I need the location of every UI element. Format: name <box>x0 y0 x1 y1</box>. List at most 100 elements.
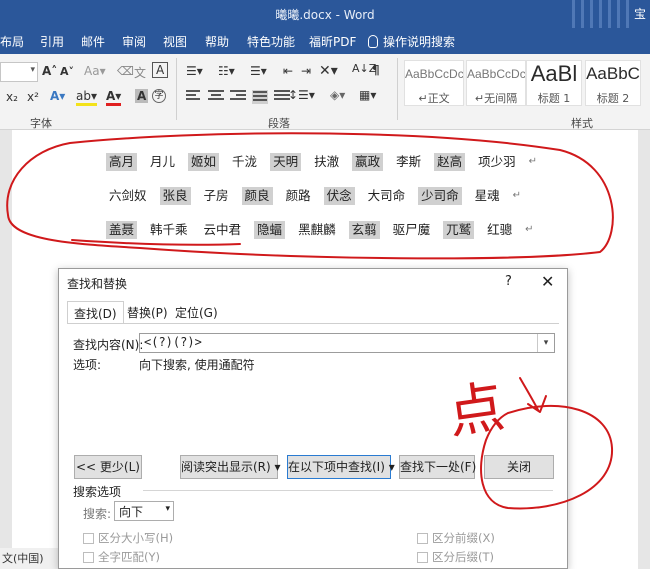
style-name: ↵正文 <box>418 92 450 105</box>
change-case-icon[interactable]: Aa▾ <box>84 64 106 78</box>
whole-word-checkbox[interactable]: 全字匹配(Y) <box>83 549 160 565</box>
shrink-font-icon[interactable]: A˅ <box>60 65 74 78</box>
style-normal[interactable]: AaBbCcDc ↵正文 <box>404 60 464 106</box>
account-name[interactable]: 宝 <box>634 5 646 22</box>
style-sample: AaBbC <box>586 64 640 83</box>
borders-icon[interactable]: ▦▾ <box>359 88 376 102</box>
font-color-icon[interactable]: A▾ <box>106 89 122 106</box>
increase-indent-icon[interactable]: ⇥ <box>301 64 311 78</box>
checkbox-label: 区分大小写(H) <box>98 531 174 545</box>
style-heading-1[interactable]: AaBl 标题 1 <box>526 60 582 106</box>
text-run: 韩千乘 <box>150 222 188 237</box>
match-suffix-checkbox[interactable]: 区分后缀(T) <box>417 549 494 565</box>
highlight-icon[interactable]: ab▾ <box>76 89 97 106</box>
font-size-dropdown[interactable] <box>0 62 38 82</box>
text-run: 高月 <box>106 153 138 171</box>
checkbox-box[interactable] <box>83 551 94 563</box>
align-center-icon[interactable] <box>208 90 224 104</box>
text-run: 天明 <box>270 153 302 171</box>
match-case-checkbox[interactable]: 区分大小写(H) <box>83 530 173 546</box>
find-next-button[interactable]: 查找下一处(F) <box>399 455 476 479</box>
title-decoration <box>572 0 632 28</box>
close-button[interactable]: 关闭 <box>484 455 554 479</box>
tab-special-features[interactable]: 特色功能 <box>247 33 295 50</box>
tab-help[interactable]: 帮助 <box>205 33 229 50</box>
styles-group-label: 样式 <box>571 117 593 130</box>
find-in-button[interactable]: 在以下项中查找(I) ▾ <box>287 455 395 479</box>
tab-layout[interactable]: 布局 <box>0 33 24 50</box>
tab-divider <box>67 323 559 324</box>
tell-me-label: 操作说明搜索 <box>383 35 456 49</box>
subscript-icon[interactable]: x₂ <box>6 90 18 104</box>
style-sample: AaBl <box>530 61 578 86</box>
tab-find[interactable]: 查找(D) <box>67 301 124 323</box>
checkbox-label: 全字匹配(Y) <box>98 550 160 564</box>
justify-icon[interactable] <box>252 90 268 104</box>
tab-view[interactable]: 视图 <box>163 33 187 50</box>
lightbulb-icon <box>368 35 378 48</box>
bullets-icon[interactable]: ☰▾ <box>186 64 203 78</box>
font-group-label: 字体 <box>30 117 52 130</box>
text-run: 姬如 <box>188 153 220 171</box>
style-no-spacing[interactable]: AaBbCcDc ↵无间隔 <box>466 60 526 106</box>
shading-icon[interactable]: ◈▾ <box>330 88 345 102</box>
phonetic-guide-icon[interactable]: 文 <box>134 64 146 81</box>
style-heading-2[interactable]: AaBbC 标题 2 <box>585 60 641 106</box>
tab-references[interactable]: 引用 <box>40 33 64 50</box>
tell-me-search[interactable]: 操作说明搜索 <box>368 33 455 50</box>
close-icon[interactable]: ✕ <box>541 272 554 291</box>
line-spacing-icon[interactable]: ↕☰▾ <box>288 88 315 102</box>
text-run: 李斯 <box>396 154 422 169</box>
window-title: 曦曦.docx - Word <box>275 8 375 22</box>
checkbox-box[interactable] <box>83 532 94 544</box>
tab-mailings[interactable]: 邮件 <box>81 33 105 50</box>
text-run: 盖聂 <box>106 221 138 239</box>
section-divider <box>143 490 553 491</box>
paragraph-mark: ↵ <box>525 224 534 235</box>
char-shading-icon[interactable]: A <box>135 89 149 103</box>
text-run: 嬴政 <box>352 153 384 171</box>
align-left-icon[interactable] <box>186 90 202 104</box>
checkbox-box[interactable] <box>417 551 428 563</box>
superscript-icon[interactable]: x² <box>27 90 39 104</box>
help-button[interactable]: ? <box>505 274 512 289</box>
reading-highlight-button[interactable]: 阅读突出显示(R) ▾ <box>180 455 281 479</box>
decrease-indent-icon[interactable]: ⇤ <box>283 64 293 78</box>
checkbox-box[interactable] <box>417 532 428 544</box>
ribbon-tabs: 布局 引用 邮件 审阅 视图 帮助 特色功能 福昕PDF 操作说明搜索 <box>0 28 650 54</box>
text-run: 六剑奴 <box>109 188 147 203</box>
dialog-title: 查找和替换 <box>67 277 128 291</box>
numbering-icon[interactable]: ☷▾ <box>218 64 235 78</box>
title-bar: 曦曦.docx - Word 宝 <box>0 0 650 28</box>
find-what-input[interactable]: <(?)(?)> <box>139 333 555 353</box>
tab-replace[interactable]: 替换(P) <box>121 301 174 323</box>
text-run: 少司命 <box>418 187 462 205</box>
search-direction-select[interactable]: 向下 <box>114 501 174 521</box>
status-language[interactable]: 文(中国) <box>0 548 60 569</box>
text-run: 黑麒麟 <box>298 222 336 237</box>
less-button[interactable]: << 更少(L) <box>74 455 142 479</box>
match-prefix-checkbox[interactable]: 区分前缀(X) <box>417 530 495 546</box>
text-run: 云中君 <box>203 222 242 237</box>
tab-foxit-pdf[interactable]: 福昕PDF <box>309 33 356 50</box>
paragraph-mark: ↵ <box>512 190 522 201</box>
multilevel-list-icon[interactable]: ☰▾ <box>250 64 267 78</box>
text-run: 月儿 <box>150 154 176 169</box>
grow-font-icon[interactable]: A˄ <box>42 64 57 78</box>
text-run: 星魂 <box>474 188 500 203</box>
tab-review[interactable]: 审阅 <box>122 33 146 50</box>
group-divider <box>176 58 177 120</box>
text-run: 扶澈 <box>314 154 340 169</box>
align-right-icon[interactable] <box>230 90 246 104</box>
tab-goto[interactable]: 定位(G) <box>169 301 224 323</box>
clear-format-icon[interactable]: ⌫ <box>117 64 134 78</box>
text-run: 大司命 <box>367 188 406 203</box>
chevron-down-icon[interactable]: ▾ <box>537 334 554 352</box>
text-run: 赵高 <box>434 153 466 171</box>
enclose-char-icon[interactable]: 字 <box>152 89 166 103</box>
show-marks-icon[interactable]: ¶ <box>372 63 380 77</box>
char-border-icon[interactable]: A <box>152 62 169 78</box>
text-effects-icon[interactable]: A▾ <box>50 89 65 103</box>
asian-layout-icon[interactable]: ✕▾ <box>319 63 338 79</box>
text-run: 千泷 <box>232 154 258 169</box>
